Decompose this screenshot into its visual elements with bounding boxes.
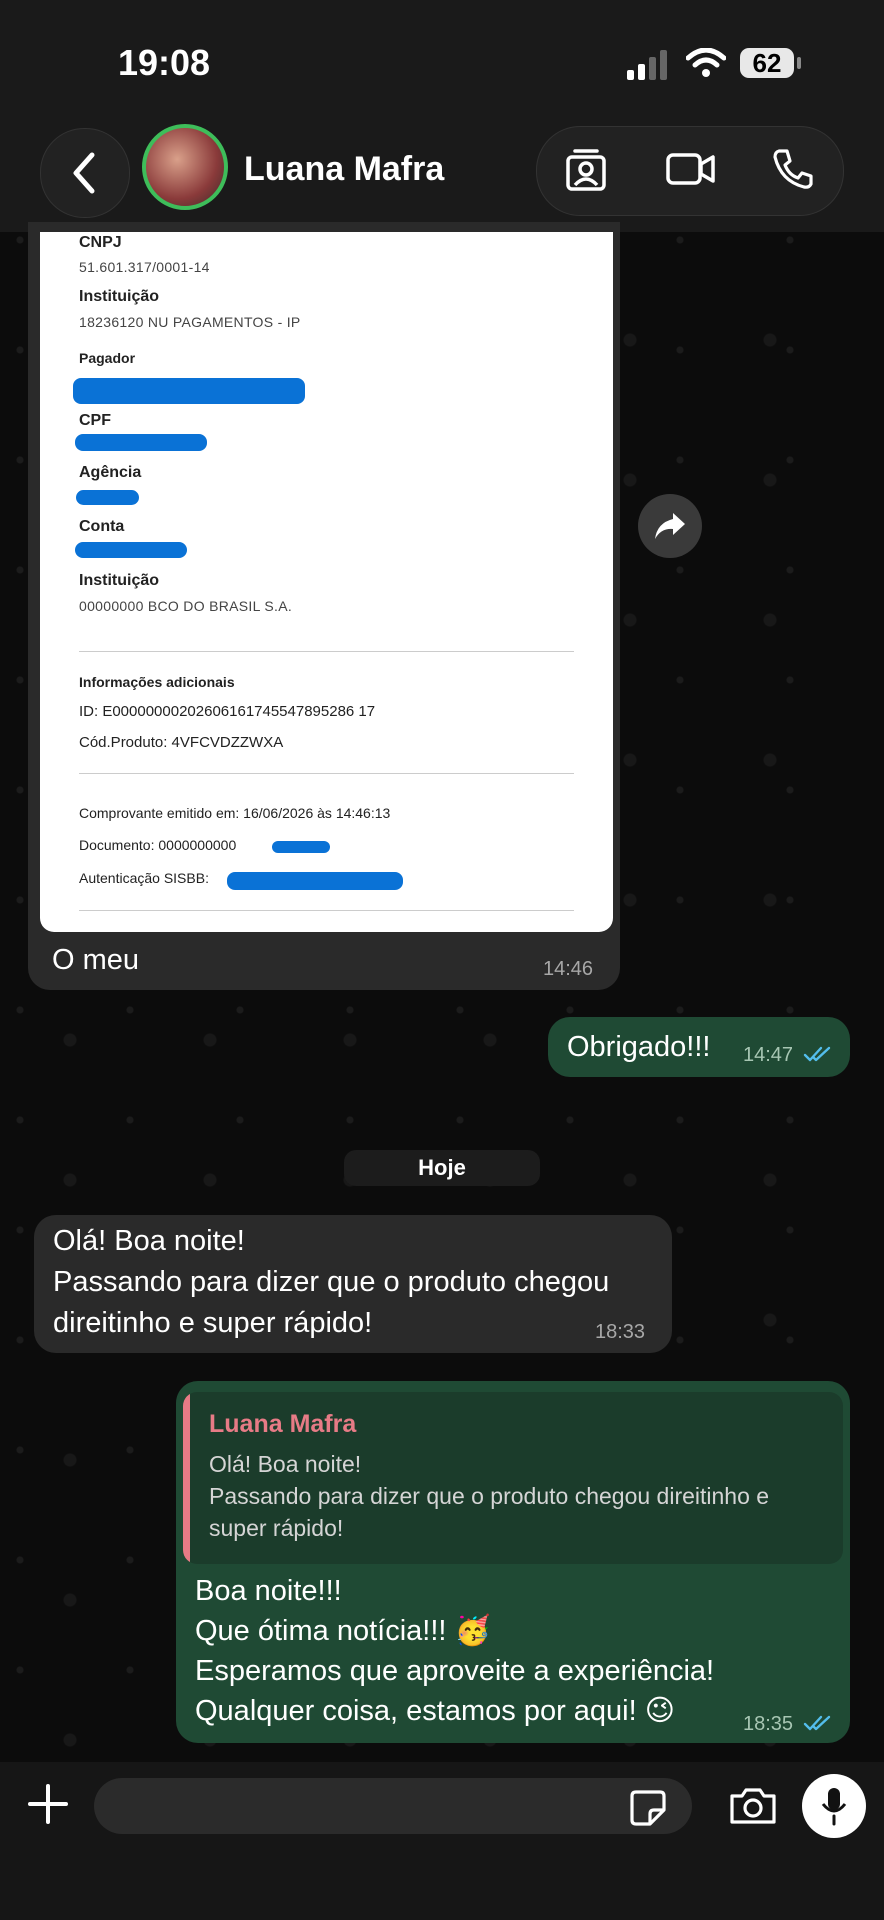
redaction-mark: [75, 434, 207, 451]
message-line: Passando para dizer que o produto chegou: [53, 1266, 610, 1298]
back-button[interactable]: [40, 128, 130, 218]
incoming-message[interactable]: Olá! Boa noite! Passando para dizer que …: [34, 1215, 672, 1353]
avatar[interactable]: [142, 124, 228, 210]
message-text: O meu: [52, 944, 140, 976]
call-actions: [536, 126, 844, 216]
receipt-auth-label: Autenticação SISBB:: [79, 870, 209, 886]
microphone-button[interactable]: [802, 1774, 866, 1838]
message-line: Esperamos que aproveite a experiência!: [195, 1655, 715, 1687]
receipt-id-line: ID: E00000000202606161745547895286 17: [79, 703, 376, 720]
receipt-image[interactable]: CNPJ 51.601.317/0001-14 Instituição 1823…: [40, 232, 613, 932]
sticker-icon[interactable]: [628, 1788, 668, 1828]
receipt-institution-label: Instituição: [79, 288, 160, 305]
receipt-agency-label: Agência: [79, 464, 142, 481]
quote-text: Olá! Boa noite! Passando para dizer que …: [209, 1451, 770, 1541]
receipt-document-label: Documento: 0000000000: [79, 837, 237, 853]
date-separator: Hoje: [344, 1150, 540, 1186]
receipt-cnpj-label: CNPJ: [79, 234, 122, 251]
microphone-icon: [821, 1788, 847, 1826]
message-timestamp: 18:33: [595, 1321, 646, 1343]
message-line: Qualquer coisa, estamos por aqui! 😉: [195, 1695, 675, 1727]
receipt-institution2-label: Instituição: [79, 572, 160, 589]
quote-accent-bar: [183, 1392, 190, 1564]
quoted-message[interactable]: Luana Mafra Olá! Boa noite! Passando par…: [183, 1392, 843, 1564]
read-ticks-icon: [803, 1715, 831, 1731]
receipt-institution2-value: 00000000 BCO DO BRASIL S.A.: [79, 598, 293, 614]
battery-indicator: 62: [740, 48, 794, 78]
message-line: Boa noite!!!: [195, 1575, 342, 1607]
redaction-mark: [75, 542, 187, 558]
quote-author: Luana Mafra: [209, 1410, 357, 1438]
status-time: 19:08: [118, 42, 211, 83]
redaction-mark: [76, 490, 139, 505]
contact-name[interactable]: Luana Mafra: [244, 150, 444, 189]
receipt-payer-label: Pagador: [79, 350, 136, 366]
wifi-icon: [686, 48, 726, 77]
chat-header: Luana Mafra: [0, 120, 884, 232]
battery-tip: [797, 57, 801, 69]
receipt-cpf-label: CPF: [79, 412, 111, 429]
receipt-additional-label: Informações adicionais: [79, 674, 235, 690]
video-call-icon[interactable]: [665, 149, 717, 189]
camera-icon[interactable]: [728, 1786, 778, 1826]
read-ticks-icon: [803, 1046, 831, 1062]
outgoing-message[interactable]: Obrigado!!! 14:47: [548, 1017, 850, 1077]
message-line: Que ótima notícia!!! 🥳: [195, 1615, 491, 1647]
redaction-mark: [227, 872, 403, 890]
receipt-issued-line: Comprovante emitido em: 16/06/2026 às 14…: [79, 805, 391, 821]
status-bar: 19:08 62: [0, 0, 884, 120]
redaction-mark: [73, 378, 305, 404]
message-line: direitinho e super rápido!: [53, 1307, 373, 1339]
receipt-cnpj-value: 51.601.317/0001-14: [79, 259, 210, 275]
message-text: Obrigado!!!: [567, 1031, 711, 1063]
message-line: Olá! Boa noite!: [53, 1225, 245, 1257]
phone-icon[interactable]: [771, 147, 815, 191]
forward-button[interactable]: [638, 494, 702, 558]
message-input[interactable]: [94, 1778, 692, 1834]
signal-icon: [627, 50, 667, 80]
receipt-divider: [79, 910, 574, 911]
contact-card-icon[interactable]: [563, 147, 609, 193]
message-timestamp: 14:46: [543, 958, 594, 980]
plus-icon[interactable]: [24, 1780, 72, 1828]
chevron-left-icon: [73, 152, 95, 194]
receipt-institution-value: 18236120 NU PAGAMENTOS - IP: [79, 314, 301, 330]
receipt-product-line: Cód.Produto: 4VFCVDZZWXA: [79, 734, 284, 751]
message-timestamp: 18:35: [743, 1713, 794, 1735]
receipt-account-label: Conta: [79, 518, 125, 535]
composer-bar: [0, 1762, 884, 1920]
redaction-mark: [272, 841, 330, 853]
receipt-divider: [79, 773, 574, 774]
receipt-divider: [79, 651, 574, 652]
share-arrow-icon: [655, 513, 685, 539]
message-timestamp: 14:47: [743, 1044, 794, 1066]
